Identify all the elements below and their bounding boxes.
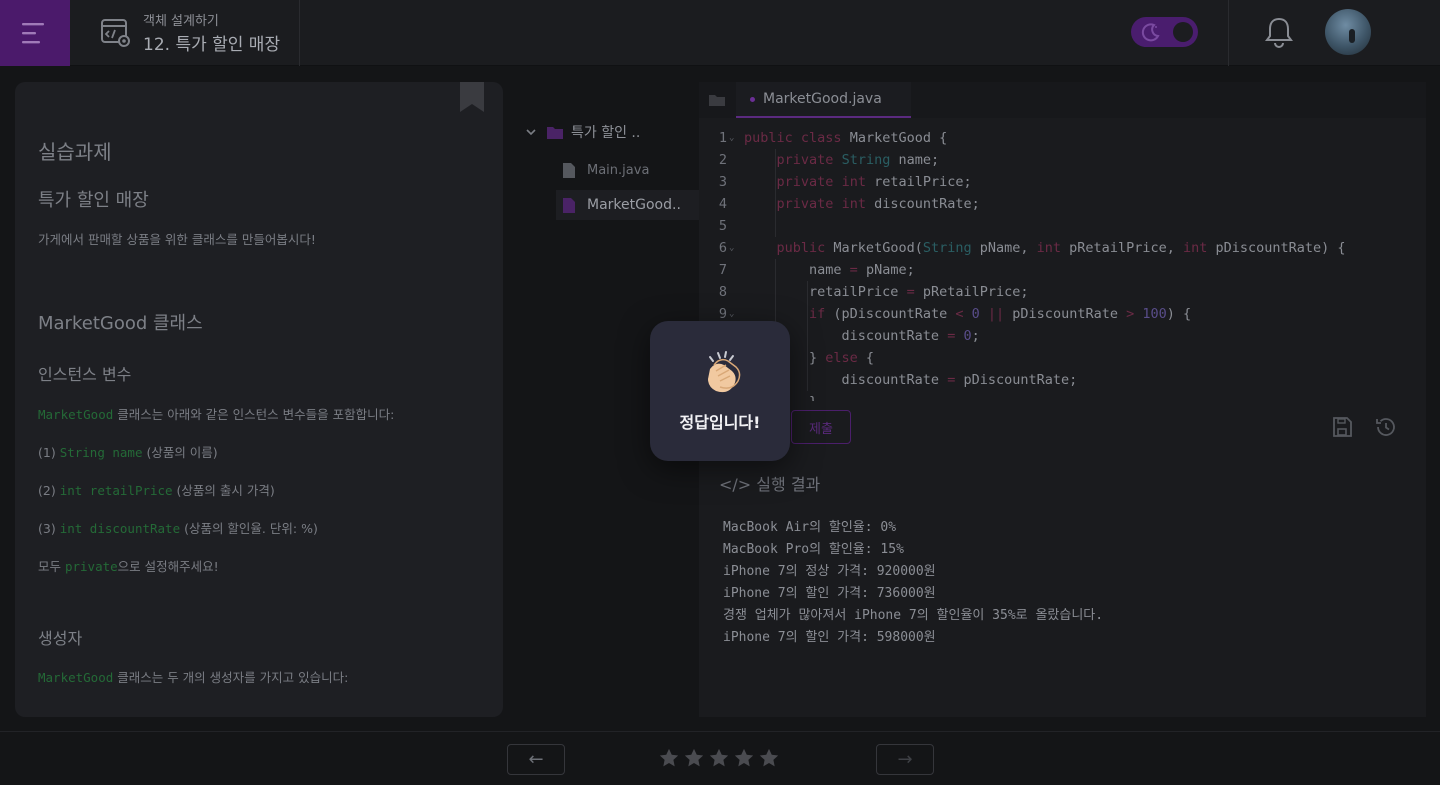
menu-icon: [22, 23, 44, 44]
tree-file-main[interactable]: Main.java: [563, 158, 649, 182]
star-icon[interactable]: [758, 747, 780, 769]
run-result-panel: </> 실행 결과 MacBook Air의 할인율: 0% MacBook P…: [699, 465, 1426, 717]
output-line: iPhone 7의 할인 가격: 736000원: [723, 586, 936, 601]
output-line: iPhone 7의 정상 가격: 920000원: [723, 564, 936, 579]
instance-vars-desc: MarketGood 클래스는 아래와 같은 인스턴스 변수들을 포함합니다:: [38, 407, 395, 422]
tab-label: MarketGood.java: [763, 91, 882, 107]
output-line: MacBook Pro의 할인율: 15%: [723, 542, 904, 557]
class-heading: MarketGood 클래스: [38, 313, 203, 334]
header-divider: [1228, 0, 1229, 66]
header-divider: [299, 0, 300, 66]
moon-icon: [1141, 23, 1160, 42]
course-title: 12. 특가 할인 매장: [143, 35, 281, 55]
section-label: 실습과제: [38, 140, 112, 164]
folder-icon: [547, 126, 563, 139]
output-line: 경쟁 업체가 많아져서 iPhone 7의 할인율이 35%로 올랐습니다.: [723, 608, 1104, 623]
toggle-knob: [1173, 22, 1193, 42]
star-icon[interactable]: [658, 747, 680, 769]
editor-toolbar: 제출: [699, 401, 1426, 453]
file-name: Main.java: [587, 162, 650, 178]
instance-vars-heading: 인스턴스 변수: [38, 365, 132, 384]
star-icon[interactable]: [683, 747, 705, 769]
constructor-heading: 생성자: [38, 629, 83, 648]
folder-icon[interactable]: [709, 94, 725, 106]
lesson-title: 특가 할인 매장: [38, 190, 149, 211]
toast-message: 정답입니다!: [679, 413, 761, 432]
bookmark-icon[interactable]: [458, 82, 486, 114]
top-header: 객체 설계하기 12. 특가 할인 매장: [0, 0, 1440, 66]
constructor-desc: MarketGood 클래스는 두 개의 생성자를 가지고 있습니다:: [38, 670, 349, 685]
output-line: iPhone 7의 할인 가격: 598000원: [723, 630, 936, 645]
result-title: </> 실행 결과: [719, 475, 821, 494]
lesson-panel: 실습과제 특가 할인 매장 가게에서 판매할 상품을 위한 클래스를 만들어봅시…: [15, 82, 503, 717]
code-area[interactable]: 1 ⌄ public class MarketGood { 2 private St…: [699, 127, 1426, 401]
course-subtitle: 객체 설계하기: [143, 14, 219, 29]
instance-var-item: (2) int retailPrice (상품의 출시 가격): [38, 483, 275, 498]
lesson-intro: 가게에서 판매할 상품을 위한 클래스를 만들어봅시다!: [38, 232, 316, 247]
bottom-nav: ← →: [0, 731, 1440, 785]
chevron-down-icon: [526, 129, 536, 136]
prev-button[interactable]: ←: [507, 744, 565, 775]
menu-button[interactable]: [0, 0, 70, 66]
dark-mode-toggle[interactable]: [1131, 17, 1198, 47]
file-icon: [563, 162, 575, 178]
editor-tabbar: MarketGood.java: [699, 82, 1426, 118]
instance-var-item: (1) String name (상품의 이름): [38, 445, 218, 460]
tree-file-marketgood[interactable]: MarketGood..: [556, 190, 699, 220]
code-settings-icon: [101, 19, 130, 47]
file-name: MarketGood..: [587, 197, 681, 213]
instance-var-item: (3) int discountRate (상품의 할인율. 단위: %): [38, 521, 318, 536]
folder-name: 특가 할인 ..: [571, 125, 641, 141]
modified-dot: [750, 96, 755, 102]
star-icon[interactable]: [708, 747, 730, 769]
user-avatar[interactable]: [1325, 9, 1371, 55]
private-note: 모두 private으로 설정해주세요!: [38, 559, 219, 574]
history-icon[interactable]: [1374, 415, 1398, 439]
file-icon: [563, 197, 575, 213]
next-button[interactable]: →: [876, 744, 934, 775]
star-icon[interactable]: [733, 747, 755, 769]
tree-folder[interactable]: 특가 할인 ..: [525, 122, 640, 142]
clapping-hands-icon: [708, 351, 741, 393]
output-line: MacBook Air의 할인율: 0%: [723, 520, 897, 535]
correct-answer-toast: 정답입니다!: [650, 321, 790, 461]
notification-bell-icon[interactable]: [1263, 15, 1295, 49]
result-output: MacBook Air의 할인율: 0% MacBook Pro의 할인율: 1…: [723, 517, 1103, 649]
tab-marketgood-java[interactable]: MarketGood.java: [736, 82, 911, 118]
submit-button[interactable]: 제출: [791, 410, 851, 444]
rating-stars[interactable]: [658, 747, 780, 769]
code-editor: MarketGood.java 1 ⌄ public class MarketGoo…: [699, 82, 1426, 465]
save-icon[interactable]: [1330, 415, 1354, 439]
